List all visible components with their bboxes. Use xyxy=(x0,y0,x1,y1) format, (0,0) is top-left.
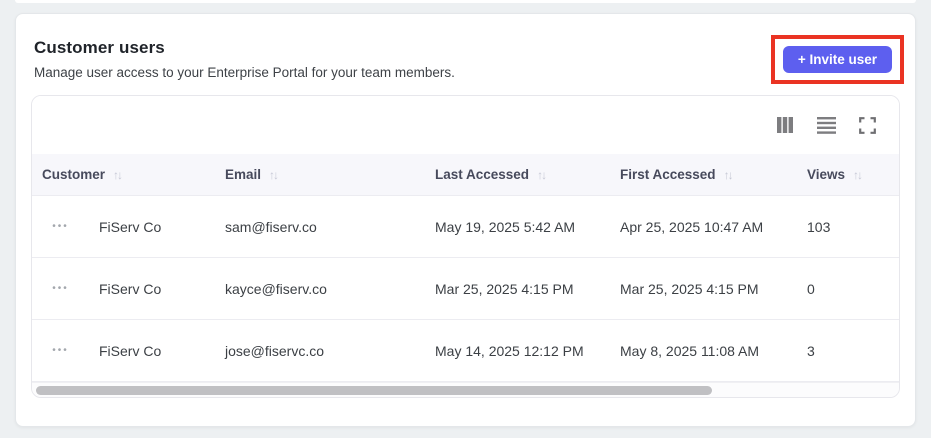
title-block: Customer users Manage user access to you… xyxy=(34,38,897,80)
column-header-customer[interactable]: Customer ↑↓ xyxy=(32,167,215,182)
row-menu-icon[interactable]: ••• xyxy=(32,345,89,356)
card-header: Customer users Manage user access to you… xyxy=(16,14,915,95)
sort-icon[interactable]: ↑↓ xyxy=(537,168,547,182)
sort-icon[interactable]: ↑↓ xyxy=(853,168,863,182)
top-edge-strip xyxy=(15,0,916,3)
column-header-views[interactable]: Views ↑↓ xyxy=(797,167,899,182)
last-accessed-cell: May 19, 2025 5:42 AM xyxy=(435,218,576,235)
table-header-row: Customer ↑↓ Email ↑↓ Last Accessed ↑↓ Fi… xyxy=(32,154,899,196)
first-accessed-cell: Mar 25, 2025 4:15 PM xyxy=(620,280,759,297)
table-row: ••• FiServ Co sam@fiserv.co May 19, 2025… xyxy=(32,196,899,258)
page-background: { "header": { "title": "Customer users",… xyxy=(0,0,931,438)
table-toolbar xyxy=(32,96,899,154)
last-accessed-cell: May 14, 2025 12:12 PM xyxy=(435,342,584,359)
scrollbar-thumb[interactable] xyxy=(36,386,713,395)
customer-cell: FiServ Co xyxy=(99,280,162,297)
annotation-highlight-box: + Invite user xyxy=(770,35,904,84)
density-icon[interactable] xyxy=(817,116,836,134)
horizontal-scrollbar[interactable] xyxy=(32,382,899,397)
page-subtitle: Manage user access to your Enterprise Po… xyxy=(34,65,455,80)
customer-cell: FiServ Co xyxy=(99,342,162,359)
customer-cell: FiServ Co xyxy=(99,218,162,235)
views-cell: 3 xyxy=(807,342,815,359)
sort-icon[interactable]: ↑↓ xyxy=(113,168,123,182)
users-table: Customer ↑↓ Email ↑↓ Last Accessed ↑↓ Fi… xyxy=(31,95,900,398)
email-cell: jose@fiservc.co xyxy=(225,342,325,359)
last-accessed-cell: Mar 25, 2025 4:15 PM xyxy=(435,280,574,297)
table-row: ••• FiServ Co kayce@fiserv.co Mar 25, 20… xyxy=(32,258,899,320)
row-menu-icon[interactable]: ••• xyxy=(32,283,89,294)
sort-icon[interactable]: ↑↓ xyxy=(269,168,279,182)
email-cell: sam@fiserv.co xyxy=(225,218,317,235)
views-cell: 103 xyxy=(807,218,831,235)
row-menu-icon[interactable]: ••• xyxy=(32,221,89,232)
column-header-email[interactable]: Email ↑↓ xyxy=(215,167,425,182)
table-row: ••• FiServ Co jose@fiservc.co May 14, 20… xyxy=(32,320,899,382)
customer-users-card: Customer users Manage user access to you… xyxy=(15,13,916,427)
column-header-last-accessed[interactable]: Last Accessed ↑↓ xyxy=(425,167,610,182)
page-title: Customer users xyxy=(34,38,165,57)
column-header-first-accessed[interactable]: First Accessed ↑↓ xyxy=(610,167,797,182)
first-accessed-cell: Apr 25, 2025 10:47 AM xyxy=(620,218,764,235)
invite-user-button[interactable]: + Invite user xyxy=(782,46,892,73)
views-cell: 0 xyxy=(807,280,815,297)
email-cell: kayce@fiserv.co xyxy=(225,280,327,297)
first-accessed-cell: May 8, 2025 11:08 AM xyxy=(620,342,760,359)
fullscreen-icon[interactable] xyxy=(859,116,876,134)
sort-icon[interactable]: ↑↓ xyxy=(724,168,734,182)
table-body: ••• FiServ Co sam@fiserv.co May 19, 2025… xyxy=(32,196,899,382)
columns-icon[interactable] xyxy=(776,116,794,134)
